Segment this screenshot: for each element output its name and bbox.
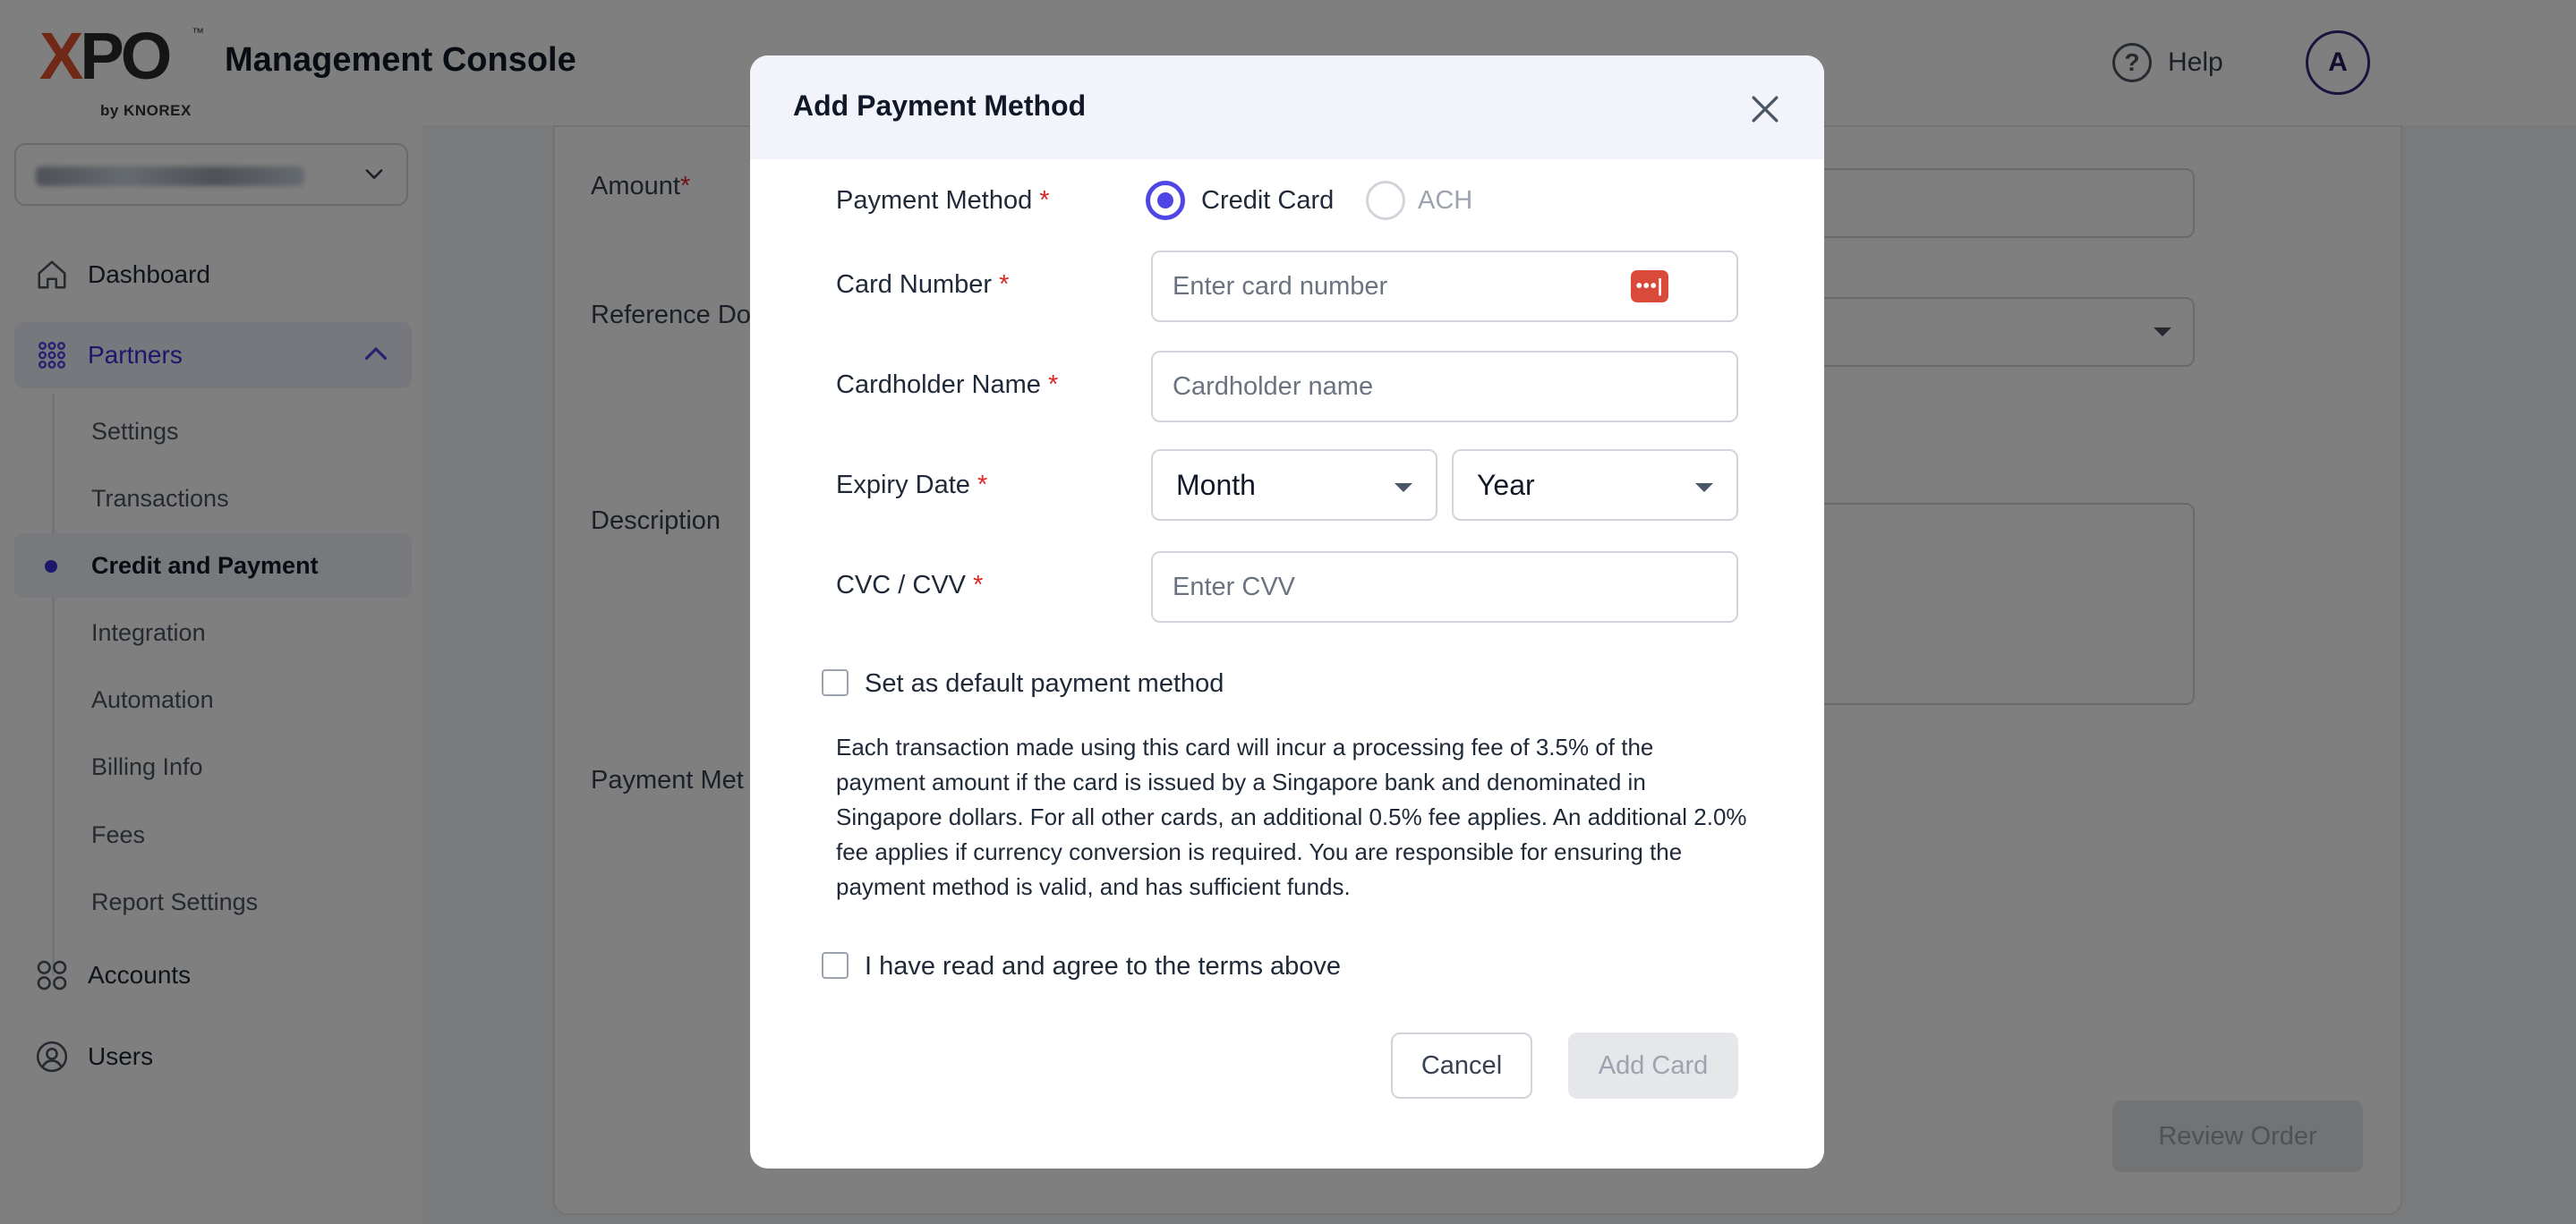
- month-value: Month: [1176, 468, 1256, 501]
- radio-label-credit-card[interactable]: Credit Card: [1201, 186, 1334, 216]
- agree-terms-label[interactable]: I have read and agree to the terms above: [865, 952, 1341, 982]
- modal-title: Add Payment Method: [793, 89, 1087, 122]
- radio-ach[interactable]: [1366, 181, 1405, 220]
- cardholder-name-input[interactable]: Cardholder name: [1151, 351, 1738, 422]
- cardholder-placeholder: Cardholder name: [1173, 371, 1374, 401]
- add-card-button[interactable]: Add Card: [1568, 1033, 1738, 1099]
- cvv-placeholder: Enter CVV: [1173, 572, 1295, 601]
- caret-down-icon: [1695, 483, 1713, 492]
- radio-label-ach[interactable]: ACH: [1418, 186, 1472, 216]
- expiry-date-label: Expiry Date *: [836, 471, 988, 499]
- year-value: Year: [1477, 468, 1535, 501]
- cvv-input[interactable]: Enter CVV: [1151, 551, 1738, 623]
- caret-down-icon: [1395, 483, 1412, 492]
- terms-text: Each transaction made using this card wi…: [836, 734, 1747, 900]
- expiry-year-select[interactable]: Year: [1452, 449, 1738, 521]
- cancel-button[interactable]: Cancel: [1391, 1033, 1532, 1099]
- expiry-month-select[interactable]: Month: [1151, 449, 1437, 521]
- payment-method-label: Payment Method *: [836, 186, 1050, 215]
- card-number-placeholder: Enter card number: [1173, 271, 1388, 301]
- card-number-input[interactable]: Enter card number •••|: [1151, 251, 1738, 322]
- default-payment-checkbox[interactable]: [822, 669, 849, 696]
- modal-header: Add Payment Method: [750, 55, 1824, 159]
- cvv-label: CVC / CVV *: [836, 571, 984, 599]
- close-icon[interactable]: [1745, 89, 1785, 129]
- radio-credit-card[interactable]: [1146, 181, 1185, 220]
- agree-terms-checkbox[interactable]: [822, 952, 849, 979]
- card-number-label: Card Number *: [836, 270, 1010, 299]
- password-manager-icon[interactable]: •••|: [1631, 270, 1668, 302]
- add-payment-method-modal: Add Payment Method Payment Method * Cred…: [750, 55, 1824, 1169]
- default-payment-label[interactable]: Set as default payment method: [865, 669, 1224, 699]
- cardholder-name-label: Cardholder Name *: [836, 370, 1059, 399]
